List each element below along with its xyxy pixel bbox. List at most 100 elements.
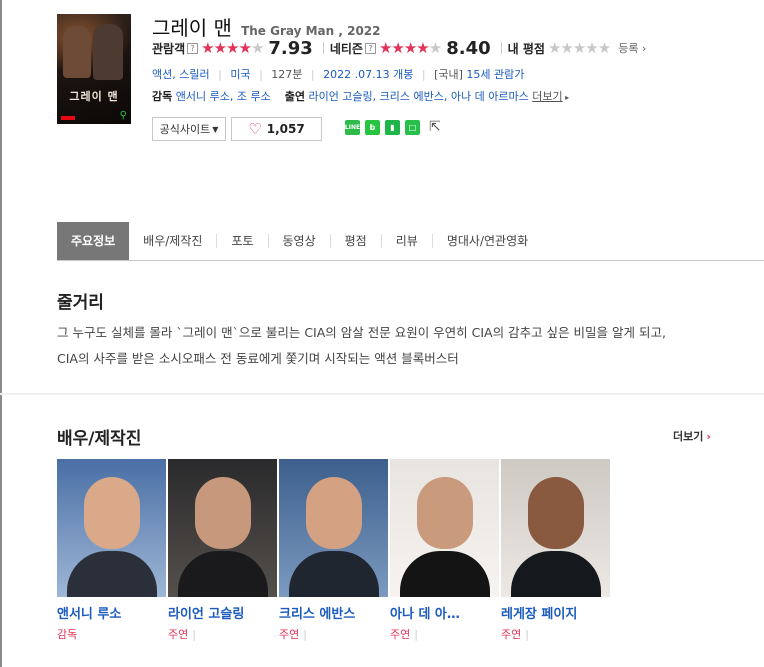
zoom-icon[interactable]: ⚲ [120,110,127,121]
person-role: 감독 [57,628,78,641]
caret-right-icon: ▸ [562,93,570,102]
genre-link[interactable]: 액션, 스릴러 [152,68,210,81]
cast-list: 앤서니 루소 감독 라이언 고슬링 주연 | 크리스 에반스 주연 | 아나 데 아… [57,459,612,642]
person-photo[interactable] [57,459,166,597]
person-photo[interactable] [168,459,277,597]
rating-prefix: [국내] [434,68,463,81]
person-photo[interactable] [279,459,388,597]
like-button[interactable]: ♡ 1,057 [231,117,322,141]
share-icon[interactable]: ⇱ [429,119,441,135]
synopsis-line: 그 누구도 실체를 몰라 `그레이 맨`으로 불리는 CIA의 암살 전문 요원… [57,325,666,340]
audience-rating-label: 관람객 [152,41,186,56]
movie-tabs: 주요정보 배우/제작진 포토 동영상 평점 리뷰 명대사/연관영화 [57,222,764,261]
cast-more-link[interactable]: 더보기 › [673,428,711,444]
cast-card[interactable]: 라이언 고슬링 주연 | [168,459,279,642]
rating-row: 관람객 ? ★★★★★ 7.93 네티즌 ? ★★★★★ 8.40 내 평점 ★… [152,37,646,59]
official-site-button[interactable]: 공식사이트 ▼ [152,117,226,141]
tab-photo[interactable]: 포토 [216,234,267,248]
person-role: 주연 | [279,628,307,641]
photo-body [400,551,490,597]
tab-reviews[interactable]: 리뷰 [380,234,432,248]
line-icon[interactable]: LINE [345,119,360,135]
release-date-link[interactable]: 2022 .07.13 개봉 [323,68,413,81]
divider [500,42,502,54]
help-icon[interactable]: ? [364,42,376,54]
person-name[interactable]: 앤서니 루소 [57,603,165,622]
person-name[interactable]: 레게장 페이지 [501,603,609,622]
cast-card[interactable]: 앤서니 루소 감독 [57,459,168,642]
star-icon: ★ [226,39,239,57]
cast-card[interactable]: 크리스 에반스 주연 | [279,459,390,642]
person-name[interactable]: 크리스 에반스 [279,603,387,622]
synopsis-line: CIA의 사주를 받은 소시오패스 전 동료에게 쫓기며 시작되는 액션 블록버… [57,351,459,366]
cast-section-title: 배우/제작진 [57,429,142,449]
netflix-logo [61,116,75,120]
divider [322,42,324,54]
star-icon: ★ [585,39,598,57]
section-divider [0,393,764,395]
separator: | [310,68,315,81]
synopsis-title: 줄거리 [57,293,104,313]
chevron-right-icon: › [706,430,711,443]
page-left-border [0,0,2,667]
bookmark-icon[interactable]: ▮ [385,119,400,135]
tab-ratings[interactable]: 평점 [329,234,381,248]
star-icon: ★ [416,39,429,57]
person-name[interactable]: 라이언 고슬링 [168,603,276,622]
star-icon: ★ [378,39,392,57]
caret-down-icon: ▼ [212,124,219,134]
photo-head [306,477,362,549]
movie-title[interactable]: 그레이 맨 [152,16,232,40]
separator: | [218,68,222,81]
separator: | [259,68,263,81]
cast-link[interactable]: 라이언 고슬링, 크리스 에반스, 아나 데 아르마스 [308,90,528,103]
star-icon: ★ [201,39,214,57]
person-photo[interactable] [501,459,610,597]
credits-more-link[interactable]: 더보기 [532,90,562,103]
country-link[interactable]: 미국 [230,68,250,81]
cast-label: 출연 [284,90,305,103]
tab-quotes-related[interactable]: 명대사/연관영화 [431,234,542,248]
star-icon: ★ [250,39,264,57]
photo-body [178,551,268,597]
blog-icon[interactable]: □ [405,119,420,135]
netizen-score: 8.40 [446,37,491,59]
star-icon: ★ [597,39,611,57]
age-rating-link[interactable]: 15세 관람가 [466,68,524,81]
movie-title-english: The Gray Man , 2022 [241,24,381,38]
tab-main-info[interactable]: 주요정보 [57,222,130,260]
help-icon[interactable]: ? [187,42,199,54]
tab-cast-crew[interactable]: 배우/제작진 [129,234,216,248]
separator: | [421,68,426,81]
movie-title-row: 그레이 맨 The Gray Man , 2022 [152,12,381,41]
movie-info-line: 액션, 스릴러 | 미국 | 127분 | 2022 .07.13 개봉 | [… [152,66,524,82]
star-icon: ★ [572,39,586,57]
photo-head [195,477,251,549]
person-role: 주연 | [501,628,529,641]
photo-head [84,477,140,549]
cast-card[interactable]: 레게장 페이지 주연 | [501,459,612,642]
band-icon[interactable]: b [365,119,380,135]
audience-score: 7.93 [268,37,313,59]
netizen-stars: ★★★★★ [378,39,442,57]
like-count: 1,057 [266,122,305,136]
my-rating-stars[interactable]: ★★★★★ [548,39,611,57]
star-icon: ★ [238,39,251,57]
person-photo[interactable] [390,459,499,597]
person-role: 주연 | [390,628,418,641]
official-site-label: 공식사이트 [159,123,211,136]
chevron-right-icon: › [638,42,647,55]
photo-body [289,551,379,597]
star-icon: ★ [403,39,417,57]
person-name[interactable]: 아나 데 아… [390,603,498,622]
star-icon: ★ [213,39,227,57]
audience-stars: ★★★★★ [201,39,264,57]
tab-video[interactable]: 동영상 [267,234,330,248]
photo-body [511,551,601,597]
register-rating-link[interactable]: 등록 › [618,40,646,56]
photo-head [528,477,584,549]
my-rating-label: 내 평점 [507,41,545,56]
movie-poster[interactable]: 그레이 맨 ⚲ [57,14,131,124]
directors-link[interactable]: 앤서니 루소, 조 루소 [176,90,271,103]
cast-card[interactable]: 아나 데 아… 주연 | [390,459,501,642]
